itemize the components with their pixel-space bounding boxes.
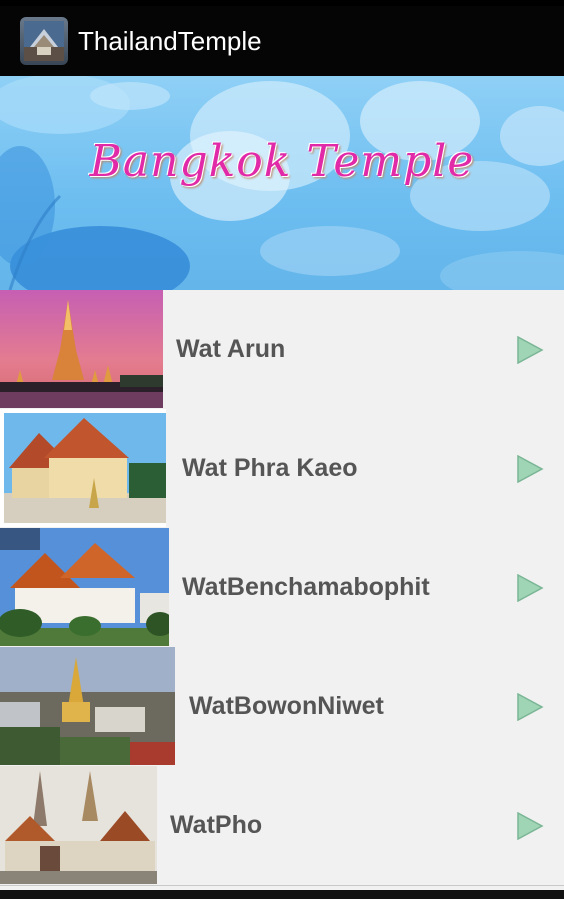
play-arrow-icon[interactable]	[516, 574, 544, 602]
temple-name: WatPho	[170, 810, 263, 839]
temple-name: WatBenchamabophit	[182, 572, 430, 601]
temple-name: WatBowonNiwet	[189, 691, 384, 720]
wat-arun-thumbnail	[0, 290, 163, 408]
play-arrow-icon[interactable]	[516, 693, 544, 721]
temple-name: Wat Phra Kaeo	[182, 453, 358, 482]
app-title: ThailandTemple	[78, 25, 262, 56]
temple-icon	[24, 21, 64, 61]
list-item-watpho[interactable]: WatPho	[0, 766, 564, 886]
watpho-thumbnail	[0, 766, 157, 884]
action-bar: ThailandTemple	[0, 6, 564, 76]
watbowonniwet-thumbnail	[0, 647, 175, 765]
list-item-watbenchamabophit[interactable]: WatBenchamabophit	[0, 528, 564, 648]
list-item-wat-phra-kaeo[interactable]: Wat Phra Kaeo	[0, 409, 564, 529]
play-arrow-icon[interactable]	[516, 812, 544, 840]
watbenchamabophit-thumbnail	[0, 528, 169, 646]
temple-name: Wat Arun	[176, 334, 286, 363]
bangkok-temple-banner: Bangkok Temple	[0, 76, 564, 290]
play-arrow-icon[interactable]	[516, 336, 544, 364]
bottom-edge	[0, 890, 564, 899]
list-item-wat-arun[interactable]: Wat Arun	[0, 290, 564, 410]
temple-list: Wat Arun Wat Phra Kaeo WatBenchamabophit…	[0, 290, 564, 899]
list-item-watbowonniwet[interactable]: WatBowonNiwet	[0, 647, 564, 767]
banner-title: Bangkok Temple	[89, 136, 475, 187]
temple-app-icon[interactable]	[20, 17, 68, 65]
wat-phra-kaeo-thumbnail	[0, 409, 166, 527]
play-arrow-icon[interactable]	[516, 455, 544, 483]
